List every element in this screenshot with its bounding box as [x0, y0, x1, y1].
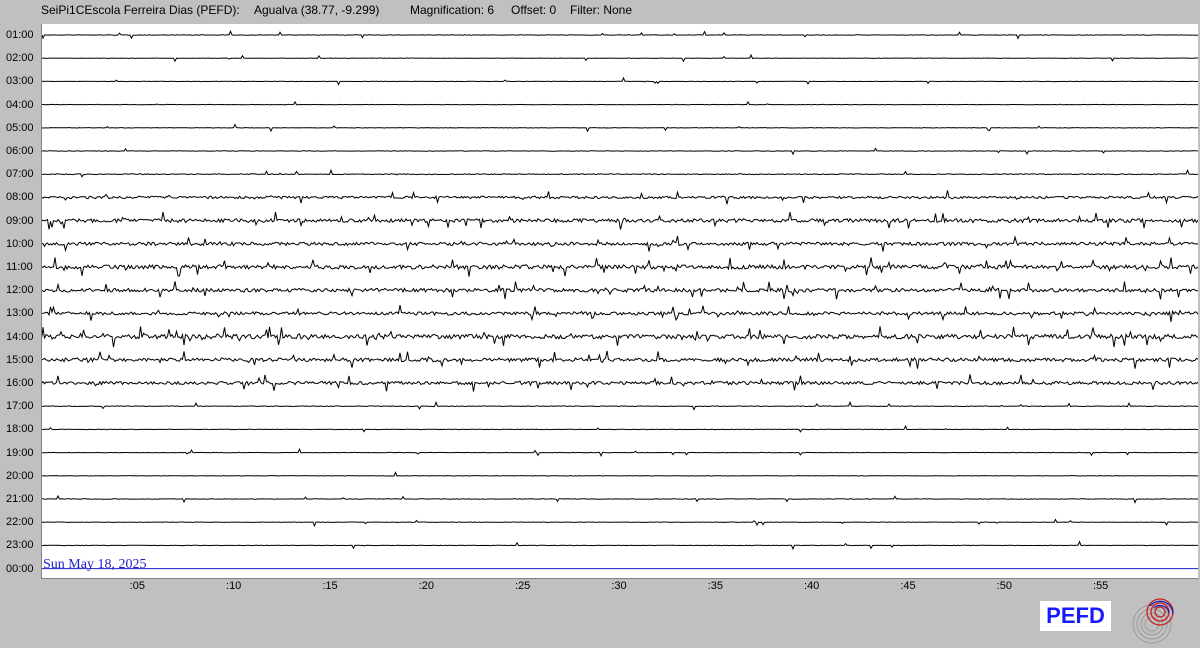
hour-label: 00:00 — [6, 562, 34, 575]
minute-label: :45 — [900, 580, 916, 592]
seismogram-trace — [41, 100, 1198, 106]
minute-label: :20 — [418, 580, 434, 592]
hour-label: 21:00 — [6, 493, 34, 505]
hour-label: 18:00 — [6, 423, 34, 436]
seismogram-trace — [41, 305, 1199, 322]
header-bar: SeiPi1CEscola Ferreira Dias (PEFD): Agua… — [0, 0, 1200, 22]
hour-label: 20:00 — [6, 469, 34, 482]
seismogram-traces — [41, 30, 1199, 570]
seismogram-trace — [41, 53, 1199, 63]
seismogram-trace — [41, 518, 1199, 528]
seismogram-trace — [41, 471, 1199, 477]
hour-label: 07:00 — [6, 168, 34, 181]
minute-label: :10 — [226, 580, 242, 592]
hour-label: 13:00 — [6, 307, 34, 320]
hour-label: 08:00 — [6, 191, 34, 204]
hour-label: 03:00 — [6, 75, 34, 88]
minute-label: :50 — [996, 580, 1012, 592]
hour-label: 16:00 — [6, 377, 34, 389]
hour-label: 02:00 — [6, 52, 34, 65]
hour-label: 23:00 — [6, 539, 34, 552]
minute-label: :25 — [515, 580, 531, 592]
helicorder-plot — [41, 24, 1199, 579]
hour-axis: 01:00 02:00 03:00 04:00 05:00 06:00 07:00 08:00… — [0, 0, 41, 600]
seismogram-trace — [41, 400, 1199, 411]
offset-readout: Offset: 0 — [511, 3, 557, 17]
seismogram-trace — [41, 494, 1199, 504]
hour-label: 15:00 — [6, 353, 34, 366]
seismogram-trace — [41, 425, 1199, 433]
seismogram-trace — [41, 540, 1199, 551]
pefd-logo: PEFD — [1040, 601, 1111, 631]
hour-label: 10:00 — [6, 237, 34, 250]
minute-label: :30 — [611, 580, 627, 592]
seismogram-trace — [41, 281, 1199, 300]
seismogram-trace — [41, 190, 1199, 205]
hour-label: 11:00 — [6, 261, 33, 273]
hour-label: 17:00 — [6, 400, 34, 413]
hour-label: 04:00 — [6, 98, 34, 111]
seismogram-trace — [41, 235, 1199, 253]
seismograph-logo-icon — [1132, 598, 1174, 644]
minute-label: :05 — [129, 580, 145, 592]
seismogram-trace — [41, 30, 1198, 40]
seismogram-trace — [41, 350, 1199, 369]
minute-label: :15 — [322, 580, 338, 592]
station-name: SeiPi1CEscola Ferreira Dias (PEFD): — [41, 3, 240, 17]
seismogram-trace — [41, 211, 1199, 230]
hour-label: 14:00 — [6, 330, 34, 343]
seismogram-trace — [41, 123, 1199, 133]
hour-label: 05:00 — [6, 121, 34, 134]
minute-label: :40 — [804, 580, 820, 592]
hour-label: 01:00 — [6, 29, 34, 41]
seismogram-trace — [41, 76, 1198, 86]
magnification-readout: Magnification: 6 — [410, 3, 495, 17]
minute-label: :55 — [1093, 580, 1109, 592]
filter-readout: Filter: None — [570, 3, 633, 17]
seismogram-trace — [41, 168, 1199, 178]
minute-axis: :05 :10 :15 :20 :25 :30 :35 :40 :45 :50 :55 — [0, 580, 1200, 596]
seismogram-trace — [41, 374, 1199, 392]
hour-label: 19:00 — [6, 446, 34, 459]
seismogram-trace — [42, 147, 1198, 156]
date-label: Sun May 18, 2025 — [43, 557, 147, 572]
seismogram-trace — [41, 257, 1199, 277]
hour-label: 22:00 — [6, 516, 34, 529]
hour-label: 09:00 — [6, 214, 34, 227]
seismogram-trace — [41, 326, 1199, 348]
seismogram-trace — [41, 447, 1199, 458]
hour-label: 06:00 — [6, 145, 34, 157]
hour-label: 12:00 — [6, 284, 34, 297]
minute-label: :35 — [707, 580, 723, 592]
station-location: Agualva (38.77, -9.299) — [254, 3, 380, 17]
